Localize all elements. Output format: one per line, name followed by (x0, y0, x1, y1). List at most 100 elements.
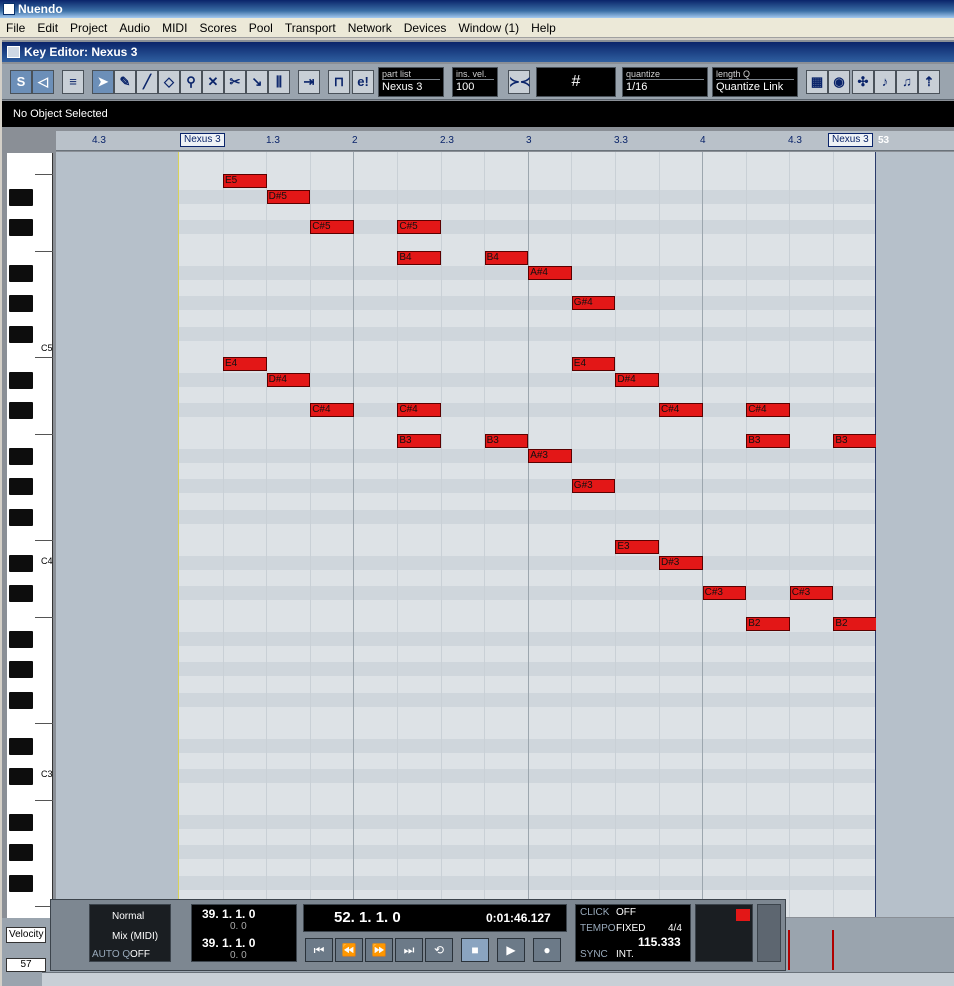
midi-note[interactable]: B3 (746, 433, 790, 448)
menu-project[interactable]: Project (64, 18, 113, 38)
midi-note[interactable]: C#3 (702, 586, 747, 600)
midi-note[interactable]: B3 (397, 433, 441, 448)
autoscroll-icon[interactable]: ⇥ (298, 70, 320, 94)
record-note-off-icon[interactable]: ⇡ (918, 70, 940, 94)
black-key[interactable] (9, 447, 33, 465)
fast-forward-icon[interactable]: ⏩ (365, 938, 393, 962)
black-key[interactable] (9, 585, 33, 602)
zoom-tool-icon[interactable]: ⚲ (180, 70, 202, 94)
velocity-stem[interactable] (832, 930, 834, 970)
show-info-icon[interactable]: ≡ (62, 70, 84, 94)
record-pitch-icon[interactable]: ♪ (874, 70, 896, 94)
black-key[interactable] (9, 219, 33, 236)
midi-note[interactable]: A#3 (528, 448, 572, 463)
click-value[interactable]: OFF (616, 907, 636, 918)
midi-note[interactable]: C#5 (397, 220, 441, 234)
black-key[interactable] (9, 813, 33, 831)
midi-note[interactable]: C#4 (746, 403, 790, 417)
sync-value[interactable]: INT. (616, 949, 634, 960)
menu-midi[interactable]: MIDI (156, 18, 193, 38)
ins-vel-value[interactable]: 100 (456, 80, 494, 95)
menu-network[interactable]: Network (342, 18, 398, 38)
drumstick-tool-icon[interactable]: ⫼ (268, 70, 290, 94)
menu-help[interactable]: Help (525, 18, 562, 38)
midi-note[interactable]: B3 (484, 433, 529, 448)
play-icon[interactable]: ▶ (497, 938, 525, 962)
auto-q-value[interactable]: OFF (130, 949, 150, 960)
key-editor-title-bar[interactable]: Key Editor: Nexus 3 (2, 42, 954, 62)
menu-scores[interactable]: Scores (193, 18, 242, 38)
secondary-time[interactable]: 0:01:46.127 (486, 911, 551, 925)
black-key[interactable] (9, 691, 33, 709)
midi-note[interactable]: B3 (833, 433, 877, 448)
solo-editor-icon[interactable]: S (10, 70, 32, 94)
midi-note[interactable]: C#5 (310, 220, 354, 234)
cycle-record-mode[interactable]: Mix (MIDI) (112, 931, 158, 942)
midi-note[interactable]: D#4 (615, 372, 659, 387)
black-key[interactable] (9, 874, 33, 892)
midi-note[interactable]: B2 (746, 616, 790, 631)
black-key[interactable] (9, 630, 33, 648)
record-mode[interactable]: Normal (112, 911, 144, 922)
menu-transport[interactable]: Transport (279, 18, 342, 38)
edit-active-part-icon[interactable]: ⊓ (328, 70, 350, 94)
menu-edit[interactable]: Edit (31, 18, 64, 38)
piano-keyboard[interactable]: C5 C4 C3 (7, 153, 53, 919)
midi-note[interactable]: D#5 (266, 189, 311, 204)
erase-tool-icon[interactable]: ◇ (158, 70, 180, 94)
part-list-value[interactable]: Nexus 3 (382, 80, 440, 95)
velocity-stem[interactable] (788, 930, 790, 970)
midi-note[interactable]: B4 (397, 250, 441, 265)
object-selection-tool-icon[interactable]: ➤ (92, 70, 114, 94)
midi-note[interactable]: E3 (615, 540, 659, 555)
menu-window[interactable]: Window (1) (452, 18, 525, 38)
note-grid[interactable]: E5 D#5 C#5 C#5 B4 B4 A#4 G#4 E4 D#4 C#4 C#4 B3 B3 A#3 G… (56, 152, 954, 917)
cycle-icon[interactable]: ⟲ (425, 938, 453, 962)
black-key[interactable] (9, 402, 33, 419)
black-key[interactable] (9, 661, 33, 679)
midi-note[interactable]: B4 (484, 250, 529, 265)
left-locator[interactable]: 39. 1. 1. 0 (202, 907, 255, 921)
midi-note[interactable]: G#4 (571, 296, 616, 311)
record-icon[interactable]: ● (533, 938, 561, 962)
split-tool-icon[interactable]: ✂ (224, 70, 246, 94)
midi-note[interactable]: E4 (571, 357, 616, 372)
right-locator[interactable]: 39. 1. 1. 0 (202, 936, 255, 950)
midi-note[interactable]: E4 (223, 357, 267, 372)
black-key[interactable] (9, 295, 33, 313)
color-scheme-icon[interactable]: ▦ (806, 70, 828, 94)
horizontal-scrollbar[interactable] (42, 972, 954, 986)
go-to-end-icon[interactable]: ⏭ (395, 938, 423, 962)
black-key[interactable] (9, 737, 33, 755)
midi-note[interactable]: D#4 (266, 372, 311, 387)
black-key[interactable] (9, 325, 33, 343)
midi-note[interactable]: E5 (223, 174, 267, 189)
glue-tool-icon[interactable]: ↘ (246, 70, 268, 94)
midi-note[interactable]: C#3 (789, 586, 834, 600)
black-key[interactable] (9, 478, 33, 496)
menu-file[interactable]: File (0, 18, 31, 38)
length-quantize-box[interactable]: length Q Quantize Link (712, 67, 798, 97)
part-list-box[interactable]: part list Nexus 3 (378, 67, 444, 97)
menu-devices[interactable]: Devices (398, 18, 453, 38)
part-area[interactable]: E5 D#5 C#5 C#5 B4 B4 A#4 G#4 E4 D#4 C#4 C#4 B3 B3 A#3 G… (178, 152, 921, 917)
midi-note[interactable]: C#4 (397, 403, 441, 417)
draw-tool-icon[interactable]: ✎ (114, 70, 136, 94)
tempo-value[interactable]: 115.333 (638, 935, 681, 949)
black-key[interactable] (9, 844, 33, 862)
master-volume-fader[interactable] (757, 904, 781, 962)
menu-audio[interactable]: Audio (113, 18, 156, 38)
black-key[interactable] (9, 768, 33, 785)
black-key[interactable] (9, 554, 33, 572)
velocity-lane-label[interactable]: Velocity (6, 927, 46, 943)
midi-note[interactable]: A#4 (528, 265, 572, 280)
acoustic-feedback-icon[interactable]: ◁ (32, 70, 54, 94)
midi-note[interactable]: D#3 (659, 555, 703, 570)
line-tool-icon[interactable]: ╱ (136, 70, 158, 94)
step-input-icon[interactable]: e! (352, 70, 374, 94)
snap-icon[interactable]: ≻≺ (508, 70, 531, 94)
grid-type-icon[interactable]: # (536, 67, 616, 97)
menu-pool[interactable]: Pool (243, 18, 279, 38)
quantize-value[interactable]: 1/16 (626, 80, 704, 95)
midi-note[interactable]: G#3 (571, 479, 616, 494)
